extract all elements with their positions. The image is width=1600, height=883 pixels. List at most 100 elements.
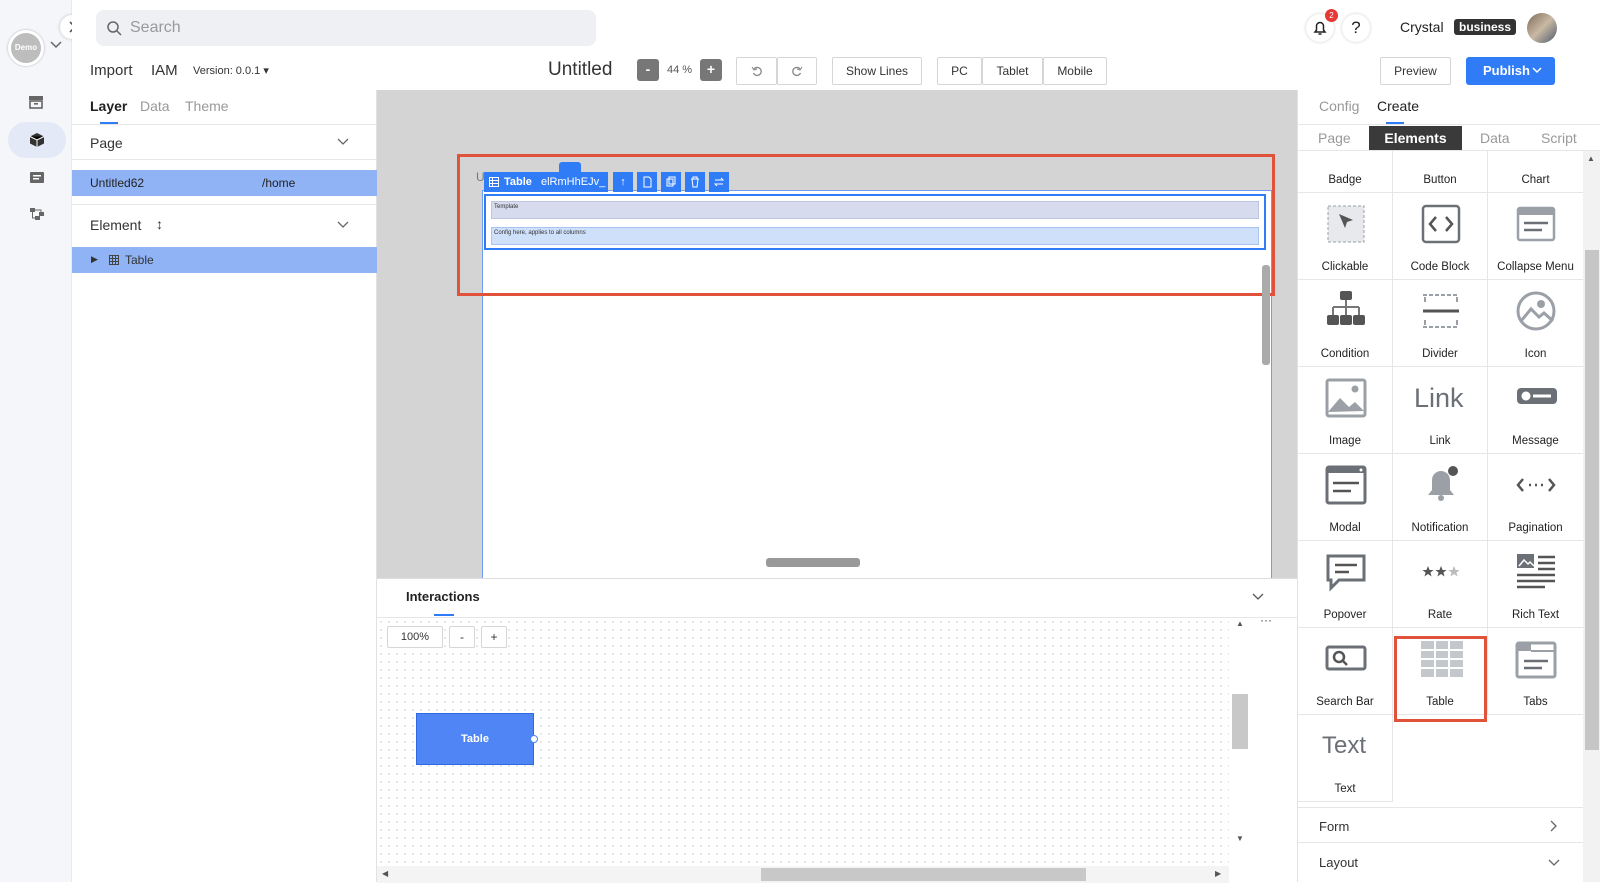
- tab-layer[interactable]: Layer: [90, 98, 127, 114]
- divider: [72, 159, 377, 160]
- message-element-icon: [1515, 374, 1557, 422]
- flow-zoom-in-button[interactable]: +: [481, 626, 507, 648]
- resize-icon[interactable]: ↕: [156, 216, 163, 232]
- import-button[interactable]: Import: [90, 62, 133, 79]
- flow-node-table[interactable]: Table: [416, 713, 534, 765]
- node-connector-handle[interactable]: [530, 735, 538, 743]
- tree-item-label: Table: [125, 253, 154, 267]
- element-tile-code-block[interactable]: Code Block: [1393, 192, 1488, 280]
- scroll-up-icon[interactable]: ▲: [1587, 154, 1595, 163]
- element-tile-rate[interactable]: Rate: [1393, 540, 1488, 628]
- element-tile-modal[interactable]: Modal: [1298, 453, 1393, 541]
- element-tile-notification[interactable]: Notification: [1393, 453, 1488, 541]
- chevron-down-icon[interactable]: [337, 221, 349, 229]
- more-options-icon[interactable]: ···: [1260, 613, 1272, 627]
- element-tile-link[interactable]: Link Link: [1393, 366, 1488, 454]
- flow-vertical-scrollbar[interactable]: [1232, 694, 1248, 749]
- element-tile-clickable[interactable]: Clickable: [1298, 192, 1393, 280]
- chevron-down-icon[interactable]: [337, 138, 349, 146]
- element-tile-icon[interactable]: Icon: [1488, 279, 1583, 367]
- element-tile-search-bar[interactable]: Search Bar: [1298, 627, 1393, 715]
- scroll-up-icon[interactable]: ▲: [1236, 619, 1244, 628]
- element-tile-popover[interactable]: Popover: [1298, 540, 1393, 628]
- avatar[interactable]: [1527, 13, 1557, 43]
- page-row-selected[interactable]: Untitled62 /home: [72, 170, 377, 196]
- project-name[interactable]: IAM: [151, 62, 178, 79]
- chevron-down-icon: [1548, 859, 1560, 866]
- device-tablet-button[interactable]: Tablet: [982, 57, 1043, 85]
- element-tile-condition[interactable]: Condition: [1298, 279, 1393, 367]
- device-pc-button[interactable]: PC: [937, 57, 982, 85]
- element-tile-divider[interactable]: Divider: [1393, 279, 1488, 367]
- element-tile-label: Condition: [1320, 348, 1370, 360]
- scroll-right-icon[interactable]: ▶: [1215, 869, 1221, 878]
- element-tile-message[interactable]: Message: [1488, 366, 1583, 454]
- chevron-down-icon: [1532, 67, 1542, 74]
- zoom-in-button[interactable]: +: [700, 59, 722, 81]
- tab-config[interactable]: Config: [1319, 98, 1359, 114]
- subtab-data[interactable]: Data: [1480, 130, 1510, 146]
- caret-right-icon[interactable]: ▶: [91, 254, 98, 265]
- publish-button[interactable]: Publish: [1466, 57, 1555, 85]
- element-tile-chart[interactable]: Chart: [1488, 151, 1583, 193]
- section-form[interactable]: Form: [1298, 807, 1583, 843]
- element-tile-text[interactable]: Text Text: [1298, 714, 1393, 802]
- subtab-elements[interactable]: Elements: [1369, 126, 1462, 150]
- element-tile-button[interactable]: Button: [1393, 151, 1488, 193]
- section-layout[interactable]: Layout: [1298, 844, 1583, 880]
- scroll-down-icon[interactable]: ▼: [1236, 834, 1244, 843]
- version-select[interactable]: Version: 0.0.1 ▾: [193, 64, 269, 77]
- interactions-title[interactable]: Interactions: [406, 589, 480, 604]
- redo-button[interactable]: [777, 57, 817, 85]
- horizontal-scrollbar[interactable]: [766, 558, 860, 567]
- element-tile-image[interactable]: Image: [1298, 366, 1393, 454]
- undo-button[interactable]: [736, 57, 777, 85]
- rate-element-icon: [1420, 548, 1462, 596]
- element-tile-collapse-menu[interactable]: Collapse Menu: [1488, 192, 1583, 280]
- zoom-out-button[interactable]: -: [637, 59, 659, 81]
- page-section-header[interactable]: Page: [90, 135, 123, 151]
- chevron-down-icon[interactable]: [50, 40, 62, 50]
- panel-scrollbar[interactable]: [1585, 250, 1599, 750]
- cube-icon[interactable]: [29, 132, 45, 148]
- link-element-icon: Link: [1414, 374, 1464, 422]
- flow-horizontal-scrollbar[interactable]: [761, 868, 1086, 881]
- tab-data[interactable]: Data: [140, 98, 170, 114]
- device-mobile-button[interactable]: Mobile: [1043, 57, 1107, 85]
- page-row-path: /home: [262, 176, 296, 190]
- page-title[interactable]: Untitled: [548, 59, 612, 81]
- subtab-page[interactable]: Page: [1318, 130, 1351, 146]
- tab-create[interactable]: Create: [1377, 98, 1419, 114]
- tabs-element-icon: [1515, 635, 1557, 683]
- chevron-down-icon[interactable]: [1252, 593, 1264, 601]
- search-input[interactable]: Search: [96, 10, 596, 46]
- element-tile-pagination[interactable]: Pagination: [1488, 453, 1583, 541]
- scroll-left-icon[interactable]: ◀: [382, 869, 388, 878]
- app-rail: Demo: [0, 0, 84, 882]
- tree-item-table[interactable]: ▶ Table: [72, 247, 377, 273]
- preview-button[interactable]: Preview: [1380, 57, 1451, 85]
- flow-zoom-level: 100%: [387, 626, 443, 648]
- element-tile-label: Search Bar: [1316, 696, 1374, 708]
- help-icon[interactable]: ?: [1342, 14, 1370, 42]
- search-placeholder: Search: [130, 19, 181, 36]
- show-lines-button[interactable]: Show Lines: [832, 57, 922, 85]
- flow-icon[interactable]: [29, 207, 45, 221]
- element-tile-badge[interactable]: Badge: [1298, 151, 1393, 193]
- stack-icon[interactable]: [29, 170, 45, 184]
- element-tile-label: Pagination: [1508, 522, 1563, 534]
- archive-icon[interactable]: [28, 95, 44, 109]
- subtab-script[interactable]: Script: [1541, 130, 1577, 146]
- vertical-scrollbar[interactable]: [1262, 265, 1270, 365]
- version-label: Version: 0.0.1: [193, 65, 261, 77]
- design-canvas[interactable]: U Table elRmHhEJv_ ↑ Template Config her…: [377, 90, 1297, 578]
- workspace-avatar[interactable]: Demo: [8, 30, 44, 66]
- table-icon: [109, 255, 119, 265]
- flow-zoom-out-button[interactable]: -: [449, 626, 475, 648]
- element-tile-label: Notification: [1411, 522, 1469, 534]
- image-element-icon: [1325, 374, 1367, 422]
- element-tile-tabs[interactable]: Tabs: [1488, 627, 1583, 715]
- element-section-header[interactable]: Element: [90, 217, 141, 233]
- element-tile-rich-text[interactable]: Rich Text: [1488, 540, 1583, 628]
- tab-theme[interactable]: Theme: [185, 98, 229, 114]
